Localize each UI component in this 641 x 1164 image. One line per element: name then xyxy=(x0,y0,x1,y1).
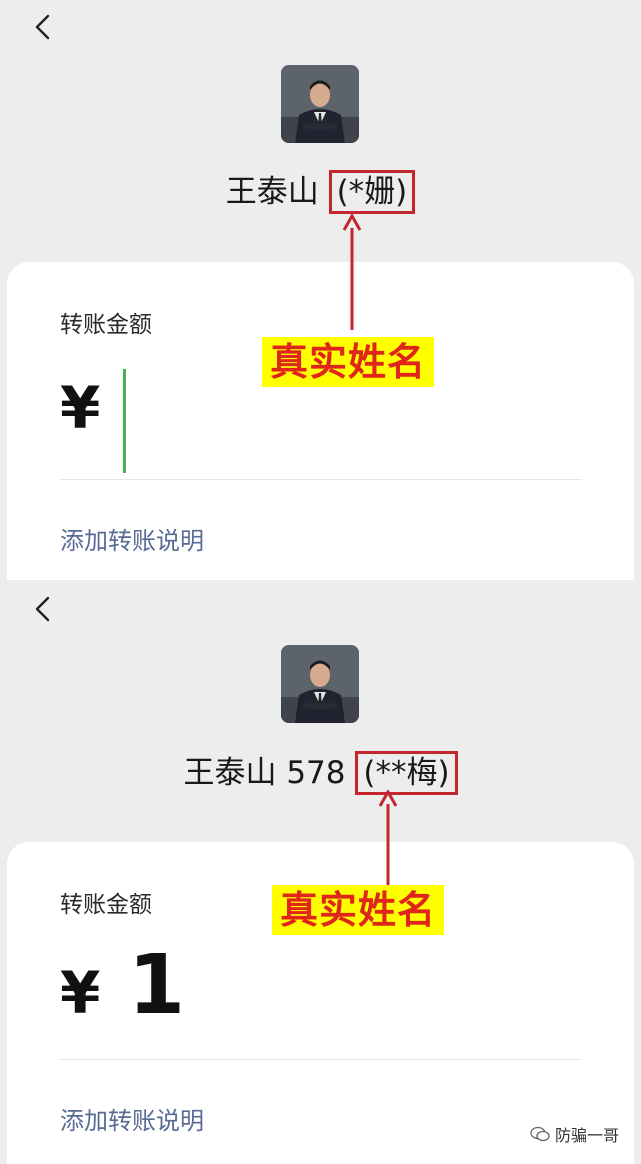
recipient-avatar xyxy=(281,65,359,143)
real-name-annotation: 真实姓名 xyxy=(262,337,435,387)
annotation-arrow xyxy=(378,790,398,885)
recipient-name: 王泰山 xyxy=(183,755,277,791)
masked-real-name: (*姗) xyxy=(328,170,416,214)
annotation-arrow xyxy=(342,214,362,330)
currency-symbol: ¥ xyxy=(60,959,101,1027)
add-note-link[interactable]: 添加转账说明 xyxy=(60,1101,204,1136)
watermark-text: 防骗一哥 xyxy=(554,1126,619,1145)
recipient-suffix: 578 xyxy=(286,755,346,791)
amount-label: 转账金额 xyxy=(60,892,152,918)
back-icon[interactable] xyxy=(30,14,56,40)
watermark: 防骗一哥 xyxy=(530,1122,619,1146)
transfer-screen-bottom: 王泰山 578 (**梅) 转账金额 ¥ 1 添加转账说明 真实姓名 防骗一哥 xyxy=(0,580,641,1164)
divider xyxy=(60,479,582,480)
amount-display[interactable]: ¥ xyxy=(60,374,100,442)
recipient-name: 王泰山 xyxy=(225,174,319,210)
divider xyxy=(60,1059,582,1060)
masked-real-name: (**梅) xyxy=(355,751,458,795)
add-note-link[interactable]: 添加转账说明 xyxy=(60,521,204,556)
text-cursor xyxy=(123,369,126,473)
transfer-screen-top: 王泰山 (*姗) 转账金额 ¥ 添加转账说明 真实姓名 xyxy=(0,0,641,580)
real-name-annotation: 真实姓名 xyxy=(272,885,445,935)
back-icon[interactable] xyxy=(30,596,56,622)
currency-symbol: ¥ xyxy=(60,374,101,442)
recipient-name-line: 王泰山 578 (**梅) xyxy=(0,751,641,795)
transfer-sheet: 转账金额 ¥ 添加转账说明 xyxy=(7,262,634,580)
recipient-avatar xyxy=(281,645,359,723)
amount-display[interactable]: ¥ 1 xyxy=(60,938,186,1033)
recipient-name-line: 王泰山 (*姗) xyxy=(0,170,641,214)
amount-value: 1 xyxy=(127,938,186,1033)
wechat-icon xyxy=(530,1126,550,1142)
amount-label: 转账金额 xyxy=(60,312,152,338)
